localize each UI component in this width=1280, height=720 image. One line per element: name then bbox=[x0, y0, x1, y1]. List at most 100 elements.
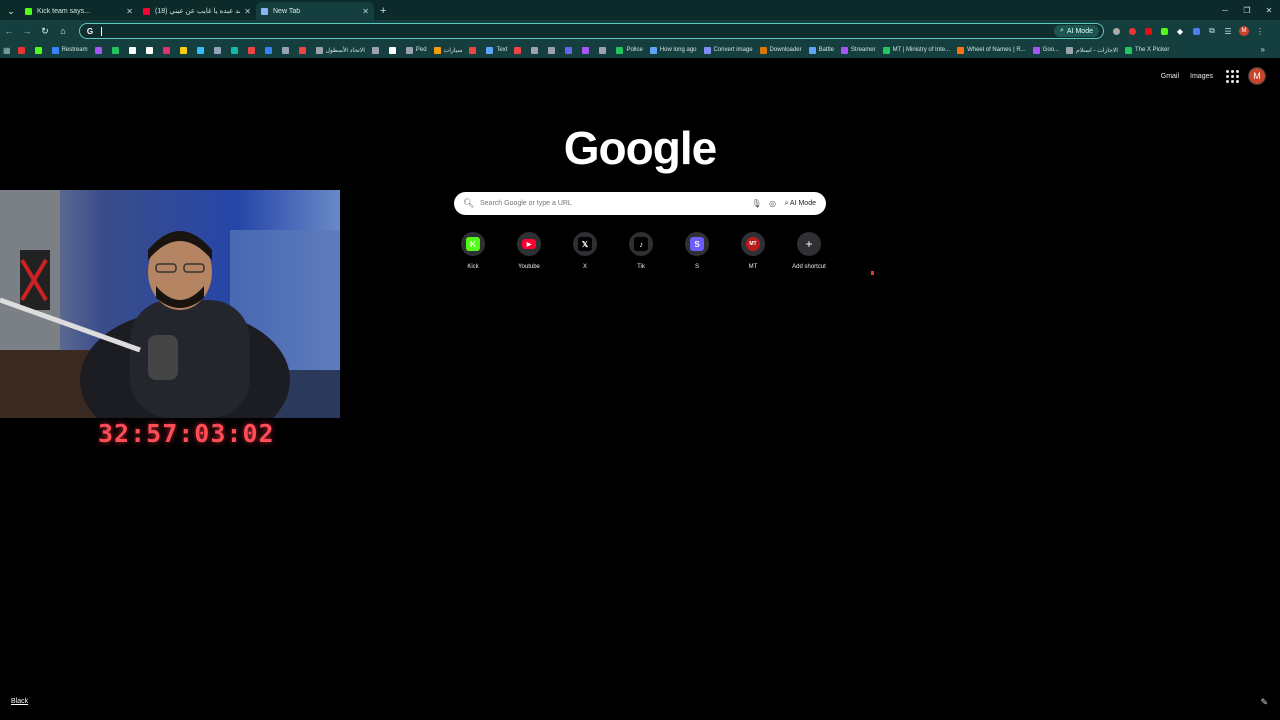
maximize-button[interactable]: ❐ bbox=[1236, 0, 1258, 20]
bookmark-item[interactable] bbox=[213, 46, 224, 54]
tab-search-button[interactable]: ⌄ bbox=[2, 2, 20, 20]
close-icon[interactable]: ✕ bbox=[362, 7, 369, 16]
tab-0[interactable]: Kick team says... ✕ bbox=[20, 2, 138, 20]
bookmark-item[interactable] bbox=[531, 46, 541, 54]
bookmark-item[interactable] bbox=[298, 46, 309, 54]
forward-button[interactable]: → bbox=[18, 22, 36, 40]
extension-icon[interactable] bbox=[1108, 23, 1124, 39]
bookmark-item[interactable]: Police bbox=[616, 46, 643, 54]
address-bar[interactable]: G ⌕ AI Mode bbox=[79, 23, 1104, 39]
lens-camera-icon[interactable]: ◎ bbox=[764, 199, 780, 208]
bookmark-item[interactable] bbox=[196, 46, 207, 54]
bookmark-item[interactable]: Wheel of Names | R... bbox=[957, 46, 1026, 54]
bookmark-item[interactable]: سيارات bbox=[433, 46, 463, 54]
close-icon[interactable]: ✕ bbox=[244, 7, 251, 16]
bookmarks-bar: ▦ Restream الاتحاد الأسطول Ped سيارات Text Po… bbox=[0, 42, 1280, 58]
bookmark-item[interactable] bbox=[388, 46, 399, 54]
bookmark-label: سيارات bbox=[443, 47, 463, 54]
bookmark-item[interactable]: How long ago bbox=[649, 46, 697, 54]
translate-extension-icon[interactable] bbox=[1188, 23, 1204, 39]
customize-theme-link[interactable]: Black bbox=[11, 698, 28, 705]
bookmark-item[interactable] bbox=[34, 46, 45, 54]
bookmark-item[interactable]: الاجازات - استلام bbox=[1066, 46, 1118, 54]
shortcut-tik[interactable]: ♪ Tik bbox=[613, 232, 669, 270]
extension-icon[interactable] bbox=[1140, 23, 1156, 39]
bookmark-item[interactable]: Restream bbox=[51, 46, 88, 54]
bookmark-item[interactable] bbox=[145, 46, 156, 54]
bookmark-item[interactable] bbox=[230, 46, 241, 54]
bookmark-item[interactable]: Downloader bbox=[759, 46, 802, 54]
bookmark-favicon-icon bbox=[469, 46, 477, 54]
bookmark-item[interactable]: Convert image bbox=[703, 46, 753, 54]
gmail-link[interactable]: Gmail bbox=[1161, 73, 1179, 80]
close-window-button[interactable]: ✕ bbox=[1258, 0, 1280, 20]
bookmark-item[interactable] bbox=[281, 46, 292, 54]
microphone-icon[interactable]: 🎙︎ bbox=[748, 199, 764, 208]
tiktok-icon: ♪ bbox=[634, 237, 648, 251]
bookmark-item[interactable] bbox=[111, 46, 122, 54]
home-button[interactable]: ⌂ bbox=[54, 22, 72, 40]
bookmark-item[interactable]: Streamer bbox=[840, 46, 876, 54]
search-input[interactable]: Search Google or type a URL bbox=[480, 200, 748, 207]
google-apps-icon[interactable] bbox=[1224, 68, 1240, 84]
shortcut-x[interactable]: 𝕏X bbox=[557, 232, 613, 270]
bookmark-label: The X Picker bbox=[1134, 47, 1170, 53]
profile-button[interactable]: M bbox=[1236, 23, 1252, 39]
kebab-menu-icon[interactable]: ⋮ bbox=[1252, 23, 1268, 39]
bookmark-item[interactable]: Goo... bbox=[1032, 46, 1059, 54]
apps-bookmark[interactable]: ▦ bbox=[3, 46, 11, 55]
account-avatar[interactable]: M bbox=[1248, 67, 1266, 85]
extension-icon[interactable] bbox=[1156, 23, 1172, 39]
search-box[interactable]: 🔍︎ Search Google or type a URL 🎙︎ ◎ ⌕ AI… bbox=[454, 192, 826, 215]
tab-search-icon[interactable]: ☰ bbox=[1220, 23, 1236, 39]
extension-icon[interactable] bbox=[1124, 23, 1140, 39]
bookmark-item[interactable] bbox=[179, 46, 190, 54]
bookmark-item[interactable] bbox=[599, 46, 609, 54]
avatar: M bbox=[1239, 26, 1249, 36]
tab-2[interactable]: New Tab ✕ bbox=[256, 2, 374, 20]
bookmark-item[interactable] bbox=[565, 46, 575, 54]
bookmark-favicon-icon bbox=[486, 46, 494, 54]
bookmark-favicon-icon bbox=[759, 46, 767, 54]
shortcut-label: Add shortcut bbox=[792, 264, 826, 270]
ntp-top-links: Gmail Images M bbox=[1161, 67, 1266, 85]
omnibox-ai-mode-button[interactable]: ⌕ AI Mode bbox=[1054, 25, 1099, 37]
bookmark-item[interactable]: Battle bbox=[808, 46, 834, 54]
shortcut-mt[interactable]: MT MT bbox=[725, 232, 781, 270]
tab-1[interactable]: (18) محمد عبده يا غايب عن عيني ✕ bbox=[138, 2, 256, 20]
pencil-icon[interactable]: ✎ bbox=[1260, 697, 1268, 708]
bookmark-item[interactable] bbox=[264, 46, 275, 54]
bookmark-item[interactable] bbox=[94, 46, 105, 54]
bookmark-item[interactable] bbox=[128, 46, 139, 54]
bookmark-item[interactable]: Ped bbox=[405, 46, 427, 54]
bookmark-item[interactable] bbox=[582, 46, 592, 54]
back-button[interactable]: ← bbox=[0, 22, 18, 40]
minimize-button[interactable]: ─ bbox=[1214, 0, 1236, 20]
puzzle-icon[interactable]: ⧉ bbox=[1204, 23, 1220, 39]
bookmark-item[interactable] bbox=[514, 46, 524, 54]
shortcut-s[interactable]: SS bbox=[669, 232, 725, 270]
bookmark-item[interactable] bbox=[17, 46, 28, 54]
shortcut-youtube[interactable]: ▶ Youtube bbox=[501, 232, 557, 270]
bookmark-item[interactable]: MT | Ministry of Inte... bbox=[882, 46, 950, 54]
bookmark-favicon-icon bbox=[111, 46, 119, 54]
bookmark-item[interactable]: The X Picker bbox=[1124, 46, 1170, 54]
new-tab-button[interactable]: + bbox=[380, 2, 386, 20]
close-icon[interactable]: ✕ bbox=[126, 7, 133, 16]
bookmark-item[interactable] bbox=[548, 46, 558, 54]
bookmark-item[interactable] bbox=[247, 46, 258, 54]
bookmark-item[interactable]: Text bbox=[486, 46, 507, 54]
extensions-area: ◆ ⧉ ☰ M ⋮ bbox=[1108, 23, 1268, 39]
bookmark-label: How long ago bbox=[659, 47, 697, 53]
bookmark-item[interactable] bbox=[371, 46, 382, 54]
shortcut-kick[interactable]: K Kick bbox=[445, 232, 501, 270]
bookmark-item[interactable] bbox=[162, 46, 173, 54]
shortcut-add-shortcut[interactable]: + Add shortcut bbox=[781, 232, 837, 270]
reload-button[interactable]: ↻ bbox=[36, 22, 54, 40]
bookmarks-overflow-button[interactable]: » bbox=[1261, 45, 1265, 54]
bookmark-item[interactable]: الاتحاد الأسطول bbox=[315, 46, 365, 54]
images-link[interactable]: Images bbox=[1190, 73, 1213, 80]
ai-mode-button[interactable]: ⌕ AI Mode bbox=[784, 200, 816, 208]
bookmark-item[interactable] bbox=[469, 46, 479, 54]
diamond-extension-icon[interactable]: ◆ bbox=[1172, 23, 1188, 39]
